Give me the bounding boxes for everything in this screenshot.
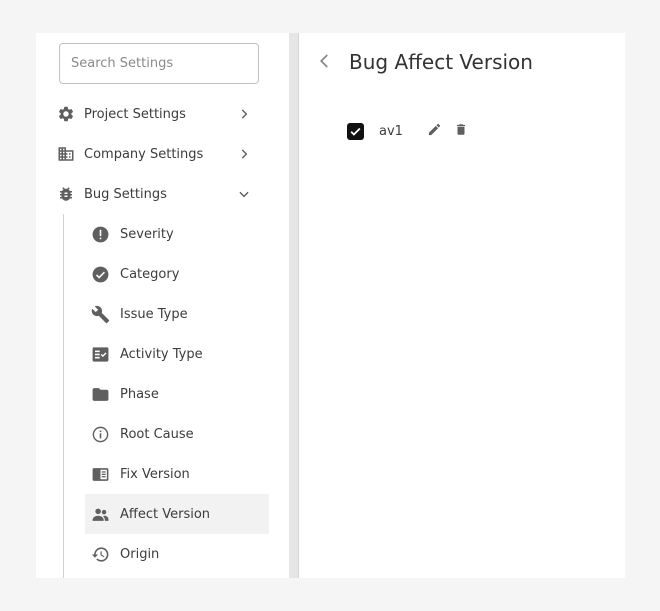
nav-item-label: Project Settings [84, 106, 186, 122]
delete-button[interactable] [450, 120, 472, 142]
checklist-icon [85, 334, 115, 374]
back-button[interactable] [313, 51, 337, 75]
sub-item-label: Fix Version [120, 466, 190, 482]
building-icon [50, 134, 82, 174]
check-circle-icon [85, 254, 115, 294]
sub-item-activity-type[interactable]: Activity Type [85, 334, 269, 374]
nav-item-company-settings[interactable]: Company Settings [48, 134, 258, 174]
people-icon [85, 494, 115, 534]
sub-item-label: Origin [120, 546, 160, 562]
sub-item-category[interactable]: Category [85, 254, 269, 294]
sub-item-label: Activity Type [120, 346, 203, 362]
settings-sidebar: Project Settings Company Settings Bug Se… [36, 33, 289, 578]
pencil-icon [427, 122, 442, 141]
gear-icon [50, 94, 82, 134]
sub-item-origin[interactable]: Origin [85, 534, 269, 574]
sub-item-fix-version[interactable]: Fix Version [85, 454, 269, 494]
book-icon [85, 454, 115, 494]
tree-line [63, 214, 64, 578]
sub-item-root-cause[interactable]: Root Cause [85, 414, 269, 454]
folder-icon [85, 374, 115, 414]
chevron-left-icon [316, 51, 334, 75]
sub-item-label: Affect Version [120, 506, 211, 522]
sub-item-severity[interactable]: Severity [85, 214, 269, 254]
content-panel: Bug Affect Version av1 [299, 33, 625, 578]
sub-item-label: Root Cause [120, 426, 194, 442]
sub-item-label: Issue Type [120, 306, 188, 322]
sub-item-label: Category [120, 266, 180, 282]
chevron-down-icon [232, 182, 256, 206]
nav-item-bug-settings[interactable]: Bug Settings [48, 174, 258, 214]
page-title: Bug Affect Version [349, 50, 533, 74]
wrench-icon [85, 294, 115, 334]
sub-item-issue-type[interactable]: Issue Type [85, 294, 269, 334]
nav-item-label: Company Settings [84, 146, 204, 162]
version-checkbox[interactable] [347, 122, 364, 140]
bug-icon [50, 174, 82, 214]
history-icon [85, 534, 115, 574]
panel-divider[interactable] [289, 33, 299, 578]
sub-item-label: Severity [120, 226, 174, 242]
sub-item-affect-version[interactable]: Affect Version [85, 494, 269, 534]
chevron-right-icon [232, 142, 256, 166]
edit-button[interactable] [423, 120, 445, 142]
sub-item-label: Phase [120, 386, 159, 402]
info-icon [85, 414, 115, 454]
search-settings-input[interactable] [59, 43, 259, 84]
nav-item-project-settings[interactable]: Project Settings [48, 94, 258, 134]
sub-item-phase[interactable]: Phase [85, 374, 269, 414]
nav-item-label: Bug Settings [84, 186, 167, 202]
version-name: av1 [379, 123, 403, 139]
chevron-right-icon [232, 102, 256, 126]
trash-icon [454, 122, 468, 141]
list-item: av1 [347, 119, 477, 143]
alert-circle-icon [85, 214, 115, 254]
